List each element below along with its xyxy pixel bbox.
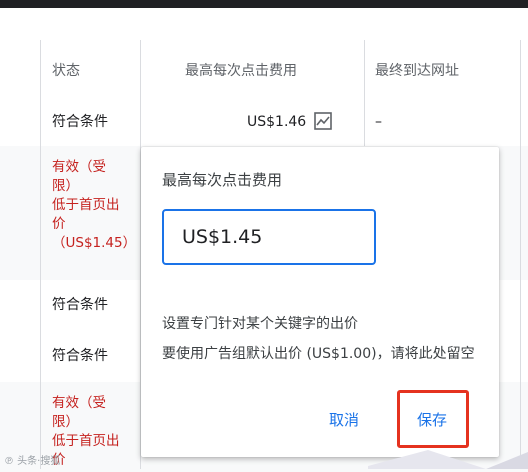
status-limited: 有效（受 限） 低于首页出 价 (52, 394, 140, 470)
table-row: 符合条件 US$1.46 – (0, 100, 528, 147)
dialog-title: 最高每次点击费用 (162, 171, 283, 189)
status-line: 价 (52, 452, 66, 468)
column-divider (40, 40, 41, 469)
status-line: 有效（受 (52, 159, 106, 175)
max-cpc-value[interactable]: US$1.46 (247, 113, 306, 131)
status-limited: 有效（受 限） 低于首页出 价 （US$1.45） (52, 158, 140, 253)
pointer-arrow-graphic (368, 450, 528, 469)
max-cpc-input[interactable] (162, 209, 376, 265)
status-line: 限） (52, 178, 79, 194)
status-line: 限） (52, 414, 79, 430)
cancel-button[interactable]: 取消 (329, 409, 359, 430)
status-line: 有效（受 (52, 395, 106, 411)
status-line: 低于首页出 (52, 433, 120, 449)
status-text: 符合条件 (52, 348, 108, 364)
column-divider (364, 40, 365, 146)
top-bar (0, 0, 528, 8)
status-line: 价 (52, 216, 66, 232)
column-header-status[interactable]: 状态 (52, 62, 80, 80)
final-url-value: – (375, 114, 382, 130)
status-line: 低于首页出 (52, 197, 120, 213)
chart-icon[interactable] (314, 112, 332, 134)
column-header-final-url[interactable]: 最终到达网址 (375, 62, 459, 80)
status-text: 符合条件 (52, 297, 108, 313)
keyword-bid-note: 设置专门针对某个关键字的出价 (162, 316, 358, 332)
watermark: ℗ 头条·搜狐 (4, 456, 61, 467)
column-divider (520, 40, 521, 469)
status-line: （US$1.45） (52, 235, 137, 251)
status-text: 符合条件 (52, 114, 108, 130)
column-header-max-cpc[interactable]: 最高每次点击费用 (185, 62, 297, 80)
table-header-row: 状态 最高每次点击费用 最终到达网址 (0, 40, 528, 101)
default-bid-note: 要使用广告组默认出价 (US$1.00)，请将此处留空 (162, 346, 475, 362)
